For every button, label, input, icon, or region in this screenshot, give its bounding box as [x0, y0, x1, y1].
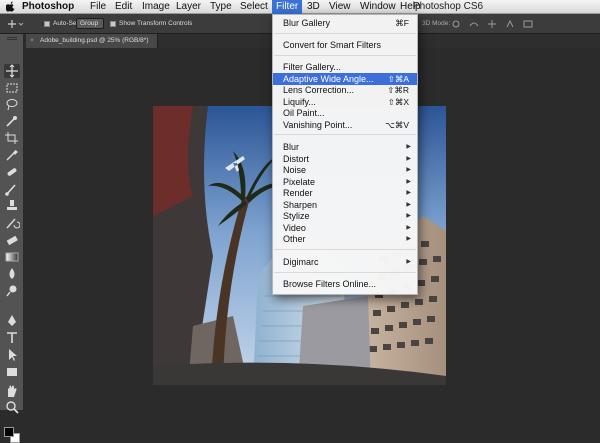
drag-3d-icon[interactable]: [486, 20, 498, 28]
dodge-tool-icon[interactable]: [4, 284, 20, 298]
apple-icon[interactable]: [6, 1, 16, 12]
clone-stamp-tool-icon[interactable]: [4, 199, 20, 213]
menu-layer[interactable]: Layer: [176, 1, 201, 13]
roll-3d-icon[interactable]: [468, 20, 480, 28]
menu-type[interactable]: Type: [210, 1, 232, 13]
quick-select-tool-icon[interactable]: [4, 114, 20, 128]
menu-window[interactable]: Window: [360, 1, 396, 13]
crop-tool-icon[interactable]: [4, 131, 20, 145]
move-tool-icon[interactable]: [4, 64, 20, 78]
auto-select-dropdown[interactable]: Group: [76, 18, 104, 29]
auto-select-checkbox[interactable]: [44, 21, 50, 27]
gradient-tool-icon[interactable]: [4, 250, 20, 264]
slide-3d-icon[interactable]: [504, 20, 516, 28]
show-transform-label: Show Transform Controls: [119, 20, 193, 27]
filter-menu-item-convert-smart-filters[interactable]: Convert for Smart Filters: [273, 39, 417, 51]
filter-menu-item-browse-online[interactable]: Browse Filters Online...: [273, 278, 417, 290]
menu-file[interactable]: File: [90, 1, 106, 13]
filter-menu-item-noise[interactable]: Noise ▶: [273, 164, 417, 176]
eraser-tool-icon[interactable]: [4, 233, 20, 247]
submenu-arrow-icon: ▶: [406, 259, 411, 265]
foreground-color-swatch[interactable]: [4, 427, 14, 437]
menu-separator: [274, 249, 416, 250]
filter-menu-item-filter-gallery[interactable]: Filter Gallery...: [273, 61, 417, 73]
submenu-arrow-icon: ▶: [406, 144, 411, 150]
shape-tool-icon[interactable]: [4, 365, 20, 379]
eyedropper-tool-icon[interactable]: [4, 148, 20, 162]
filter-menu-item-blur-gallery[interactable]: Blur Gallery ⌘F: [273, 17, 417, 29]
show-transform-checkbox[interactable]: [110, 21, 116, 27]
filter-menu: Blur Gallery ⌘F Convert for Smart Filters…: [272, 14, 418, 295]
healing-tool-icon[interactable]: [4, 165, 20, 179]
marquee-tool-icon[interactable]: [4, 81, 20, 95]
app-title: Photoshop CS6: [413, 1, 484, 12]
pen-tool-icon[interactable]: [4, 314, 20, 328]
scale-3d-icon[interactable]: [522, 20, 534, 28]
lasso-tool-icon[interactable]: [4, 97, 20, 111]
menu-3d[interactable]: 3D: [307, 1, 320, 13]
filter-menu-item-vanishing-point[interactable]: Vanishing Point... ⌥⌘V: [273, 119, 417, 131]
menu-separator: [274, 55, 416, 56]
panel-grip[interactable]: [7, 37, 17, 40]
hand-tool-icon[interactable]: [4, 384, 20, 398]
menu-image[interactable]: Image: [142, 1, 170, 13]
blur-tool-icon[interactable]: [4, 267, 20, 281]
type-tool-icon[interactable]: [4, 331, 20, 345]
history-brush-tool-icon[interactable]: [4, 216, 21, 230]
filter-menu-item-lens-correction[interactable]: Lens Correction... ⇧⌘R: [273, 84, 417, 96]
path-select-tool-icon[interactable]: [4, 348, 20, 362]
menu-edit[interactable]: Edit: [115, 1, 132, 13]
filter-menu-item-digimarc[interactable]: Digimarc ▶: [273, 256, 417, 268]
submenu-arrow-icon: ▶: [406, 167, 411, 173]
mode-3d-label: 3D Mode:: [422, 20, 451, 27]
menu-bar: Photoshop File Edit Image Layer Type Sel…: [0, 0, 600, 14]
filter-menu-item-other[interactable]: Other ▶: [273, 233, 417, 245]
filter-menu-item-render[interactable]: Render ▶: [273, 187, 417, 199]
move-tool-preset-icon[interactable]: [8, 19, 24, 29]
menu-separator: [274, 33, 416, 34]
filter-menu-item-stylize[interactable]: Stylize ▶: [273, 210, 417, 222]
document-tab-title: Adobe_building.psd @ 25% (RGB/8*): [40, 37, 149, 44]
filter-menu-item-oil-paint[interactable]: Oil Paint...: [273, 107, 417, 119]
menu-separator: [274, 134, 416, 135]
brush-tool-icon[interactable]: [4, 182, 20, 196]
document-tab[interactable]: × Adobe_building.psd @ 25% (RGB/8*): [26, 34, 158, 48]
filter-menu-item-blur[interactable]: Blur ▶: [273, 141, 417, 153]
zoom-tool-icon[interactable]: [4, 400, 20, 414]
submenu-arrow-icon: ▶: [406, 236, 411, 242]
menu-filter[interactable]: Filter: [272, 0, 303, 14]
submenu-arrow-icon: ▶: [406, 190, 411, 196]
menu-select[interactable]: Select: [240, 1, 268, 13]
close-tab-icon[interactable]: ×: [30, 34, 34, 48]
menu-view[interactable]: View: [329, 1, 351, 13]
menu-photoshop[interactable]: Photoshop: [22, 1, 74, 13]
menu-separator: [274, 272, 416, 273]
rotate-3d-icon[interactable]: [450, 20, 462, 28]
submenu-arrow-icon: ▶: [406, 213, 411, 219]
tools-panel: [0, 34, 24, 443]
